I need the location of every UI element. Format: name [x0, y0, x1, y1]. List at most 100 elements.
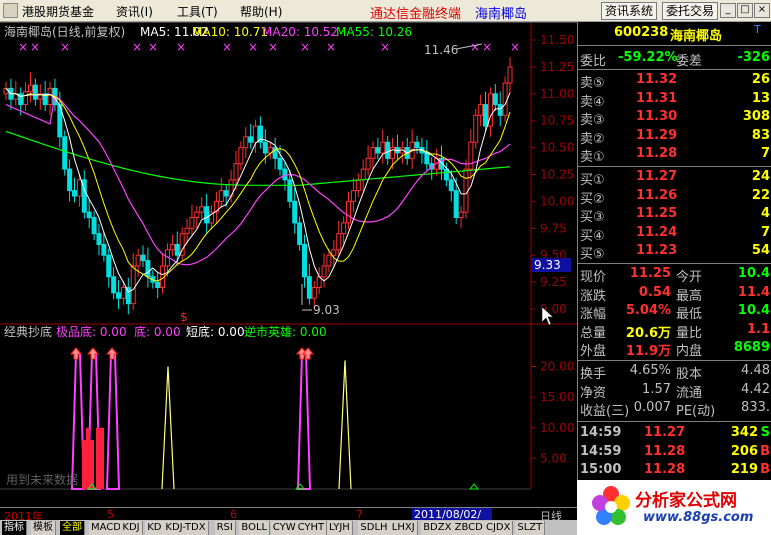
menu-item-hk-futures[interactable]: 港股期货基金	[22, 3, 94, 20]
candle-body	[23, 91, 29, 106]
ask-row: 卖② 11.29 83	[578, 128, 771, 147]
candle-body	[106, 254, 112, 278]
trade-button[interactable]: 委托交易	[662, 2, 719, 20]
tick-volume: 219	[730, 462, 758, 477]
stat-value: 10.4	[737, 266, 770, 281]
indicator-tick-label: 10.00	[540, 421, 574, 435]
price-tick-label: 11.50	[540, 33, 574, 47]
indicator-tab[interactable]: CYW	[270, 521, 299, 535]
indicator-tab[interactable]: MACD	[89, 521, 124, 535]
future-data-watermark: 用到未来数据	[6, 472, 78, 487]
fund-value: 833.	[741, 400, 770, 415]
stat-row: 总量 20.6万 量比 1.1	[578, 322, 771, 341]
menu-item-tools[interactable]: 工具(T)	[177, 3, 218, 20]
indicator-label-short: 短底: 0.00	[186, 324, 245, 339]
tick-direction: S	[760, 425, 770, 440]
weicha-value: -326	[737, 50, 770, 65]
bid-label: 买⑤	[580, 247, 605, 262]
candle-body	[32, 84, 38, 100]
price-tick-label: 10.25	[540, 168, 574, 182]
indicator-tab[interactable]: KD	[145, 521, 165, 535]
stat-row: 涨跌 0.54 最高 11.4	[578, 285, 771, 304]
indicator-tab[interactable]: LHXJ	[389, 521, 418, 535]
menu-item-news[interactable]: 资讯(I)	[116, 3, 153, 20]
fund-label: 收益(三)	[580, 404, 630, 419]
ask-row: 卖⑤ 11.32 26	[578, 72, 771, 91]
tick-price: 11.28	[644, 462, 686, 477]
top-marker: ×	[176, 40, 186, 54]
indicator-tick-label: 20.00	[540, 360, 574, 374]
candle-body	[350, 190, 356, 202]
candle-body	[67, 168, 73, 192]
bid-price: 11.25	[636, 206, 678, 221]
indicator-tab[interactable]: KDJ-TDX	[163, 521, 209, 535]
kline-chart[interactable]: 海南椰岛(日线,前复权) MA5: 11.02 MA10: 10.71 MA20…	[0, 22, 577, 507]
stat-row: 涨幅 5.04% 最低 10.4	[578, 303, 771, 322]
indicator-tab[interactable]: LYJH	[327, 521, 353, 535]
candle-body	[135, 254, 141, 267]
stat-value: 10.4	[737, 303, 770, 318]
top-marker: ×	[268, 40, 278, 54]
candle-body	[47, 87, 53, 106]
top-marker: ×	[300, 40, 310, 54]
logo-url[interactable]: www.88gs.com	[643, 510, 753, 525]
indicator-tab[interactable]: 模板	[31, 521, 56, 535]
candle-body	[62, 136, 68, 170]
candle-body	[321, 265, 327, 278]
candle-body	[72, 190, 78, 197]
tick-volume: 206	[730, 443, 758, 459]
stat-label: 外盘	[580, 344, 607, 359]
close-icon[interactable]: ×	[754, 3, 770, 18]
indicator-tab[interactable]: SLZT	[515, 521, 546, 535]
candle-body	[86, 211, 92, 219]
candle-body	[478, 104, 484, 116]
fund-label: 股本	[676, 367, 703, 382]
price-tick-label: 10.75	[540, 114, 574, 128]
candle-body	[96, 233, 102, 245]
ask-volume: 26	[751, 72, 770, 87]
ask-volume: 308	[742, 109, 770, 124]
menu-item-help[interactable]: 帮助(H)	[240, 3, 282, 20]
indicator-tab[interactable]: ZBCD	[452, 521, 486, 535]
indicator-bar	[86, 427, 90, 489]
weicha-label: 委差	[676, 54, 703, 69]
bid-row: 买② 11.26 22	[578, 187, 771, 207]
candle-body	[223, 190, 229, 197]
indicator-tab[interactable]: KDJ	[120, 521, 143, 535]
stat-label: 涨幅	[580, 307, 607, 322]
bid-label: 买④	[580, 228, 605, 244]
maximize-icon[interactable]: □	[737, 3, 753, 18]
indicator-tab[interactable]: RSI	[214, 521, 236, 535]
candle-body	[189, 217, 195, 229]
ask-price: 11.30	[636, 109, 678, 124]
indicator-tab[interactable]: CJDX	[484, 521, 514, 535]
candle-body	[390, 147, 396, 159]
ask-label: 卖⑤	[580, 76, 605, 91]
indicator-tab[interactable]: BOLL	[239, 521, 271, 535]
indicator-tab[interactable]: CYHT	[295, 521, 328, 535]
indicator-tabs: 指标 模板 全部 MACD KDJ KD KDJ-TDX RSI BOLL CYW CYHT LYJH…	[0, 520, 577, 535]
indicator-tab[interactable]: 指标	[2, 521, 27, 535]
candle-body	[380, 141, 386, 154]
ask-price: 11.31	[636, 90, 678, 106]
indicator-tab[interactable]: BDZX	[421, 521, 455, 535]
fundamental-row: 换手 4.65% 股本 4.48	[578, 363, 771, 382]
indicator-tab[interactable]: SDLH	[358, 521, 391, 535]
bid-volume: 22	[751, 187, 770, 203]
news-system-button[interactable]: 资讯系统	[601, 2, 658, 20]
fund-value: 4.42	[741, 381, 770, 397]
minimize-icon[interactable]: _	[720, 3, 736, 18]
indicator-name[interactable]: 经典抄底	[4, 324, 52, 339]
stat-value: 20.6万	[625, 325, 671, 341]
candle-body	[27, 84, 33, 93]
candle-body	[91, 217, 97, 235]
fund-value: 1.57	[642, 381, 671, 397]
ask-price: 11.32	[636, 72, 678, 87]
ask-row: 卖① 11.28 7	[578, 146, 771, 165]
candle-body	[262, 141, 268, 154]
ask-label: 卖①	[580, 150, 605, 165]
candle-body	[453, 190, 459, 219]
indicator-tab[interactable]: 全部	[60, 521, 85, 535]
app-icon	[3, 3, 18, 18]
top-marker: ×	[222, 40, 232, 54]
